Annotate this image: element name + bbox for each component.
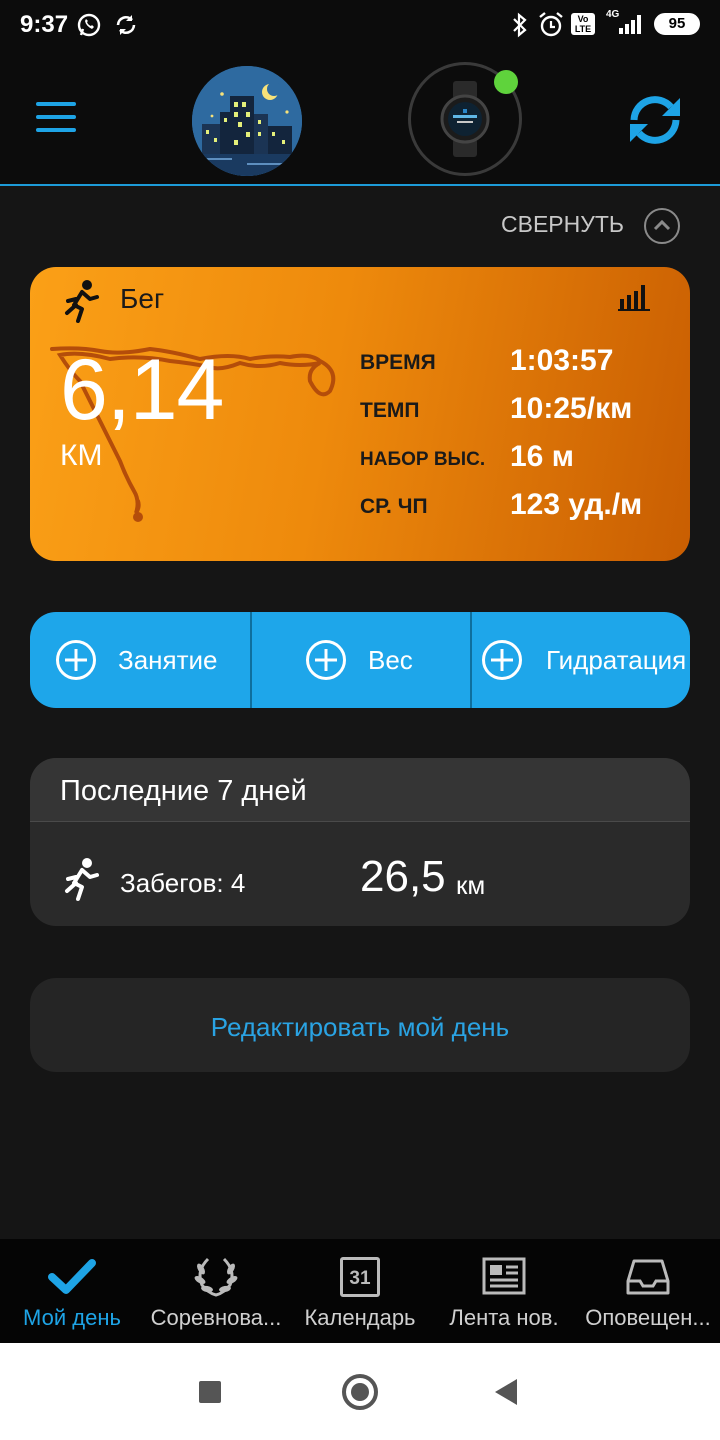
menu-button[interactable] — [36, 102, 76, 132]
inbox-icon — [626, 1259, 670, 1295]
calendar-icon-day: 31 — [349, 1268, 371, 1289]
bluetooth-icon — [513, 12, 527, 38]
sync-icon — [630, 96, 680, 144]
running-icon — [65, 858, 99, 901]
add-activity-label: Занятие — [118, 644, 218, 675]
nav-challenges-label: Соревнова... — [150, 1305, 282, 1330]
quick-add-bar: Занятие Вес Гидратация — [30, 612, 690, 708]
add-weight-button[interactable]: Вес — [250, 612, 470, 708]
nav-notifications-label: Оповещен... — [585, 1305, 711, 1330]
status-time: 9:37 — [20, 11, 69, 38]
device-connected-indicator — [494, 70, 518, 94]
last-week-unit: км — [456, 870, 486, 900]
nav-my-day-label: Мой день — [23, 1305, 121, 1330]
stat-value-pace: 10:25/км — [510, 392, 633, 425]
last-week-card[interactable]: Последние 7 дней Забегов: 4 26,5 км — [30, 758, 690, 926]
nav-challenges[interactable]: Соревнова... — [144, 1239, 288, 1343]
checkmark-icon — [48, 1259, 96, 1294]
app-header — [0, 50, 720, 186]
activity-unit: КМ — [60, 439, 103, 472]
stat-value-elevation: 16 м — [510, 440, 574, 473]
home-icon[interactable] — [342, 1374, 378, 1410]
chevron-up-icon — [653, 219, 671, 231]
edit-my-day-label: Редактировать мой день — [210, 1012, 510, 1042]
activity-card[interactable]: Бег 6,14 КМ ВРЕМЯ 1:03:57 ТЕМП 10:25/км … — [30, 267, 690, 561]
profile-avatar[interactable] — [192, 66, 302, 176]
edit-my-day-button[interactable]: Редактировать мой день — [30, 978, 690, 1072]
last-week-distance: 26,5 — [360, 852, 446, 901]
nav-calendar-label: Календарь — [304, 1305, 416, 1330]
status-bar: 9:37 Vo LTE 4G 95 — [0, 0, 720, 50]
stat-value-time: 1:03:57 — [510, 344, 614, 377]
activity-distance: 6,14 — [60, 342, 224, 438]
battery-level: 95 — [668, 15, 686, 32]
laurel-icon — [194, 1257, 238, 1297]
add-hydration-button[interactable]: Гидратация — [470, 612, 690, 708]
bar-chart-icon[interactable] — [618, 283, 650, 311]
back-icon[interactable] — [495, 1379, 517, 1405]
last-week-title: Последние 7 дней — [60, 775, 307, 807]
running-icon — [65, 280, 99, 323]
volte-icon: Vo LTE — [571, 13, 595, 35]
signal-icon — [619, 15, 641, 34]
nav-calendar[interactable]: 31 Календарь — [288, 1239, 432, 1343]
plus-circle-icon — [482, 640, 522, 680]
last-week-runs: Забегов: 4 — [120, 868, 246, 898]
nav-newsfeed-label: Лента нов. — [449, 1305, 559, 1330]
sync-status-icon — [116, 15, 136, 35]
newspaper-icon — [482, 1257, 526, 1295]
plus-circle-icon — [56, 640, 96, 680]
sync-button[interactable] — [624, 94, 686, 146]
nav-newsfeed[interactable]: Лента нов. — [432, 1239, 576, 1343]
recent-apps-icon[interactable] — [199, 1381, 221, 1403]
nav-my-day[interactable]: Мой день — [0, 1239, 144, 1343]
whatsapp-icon — [77, 13, 101, 37]
stat-label-pace: ТЕМП — [360, 399, 420, 422]
nav-notifications[interactable]: Оповещен... — [576, 1239, 720, 1343]
add-hydration-label: Гидратация — [546, 644, 687, 675]
system-navigation — [0, 1343, 720, 1440]
night-city-avatar — [192, 66, 302, 176]
plus-circle-icon — [306, 640, 346, 680]
stat-label-heart-rate: СР. ЧП — [360, 495, 428, 518]
calendar-icon: 31 — [340, 1257, 380, 1297]
stat-value-heart-rate: 123 уд./м — [510, 488, 643, 521]
activity-title: Бег — [120, 283, 165, 314]
stat-label-elevation: НАБОР ВЫС. — [360, 449, 486, 470]
stat-label-time: ВРЕМЯ — [360, 351, 436, 374]
collapse-label[interactable]: СВЕРНУТЬ — [501, 211, 624, 238]
add-activity-button[interactable]: Занятие — [30, 612, 250, 708]
battery-indicator: 95 — [654, 13, 700, 35]
collapse-button[interactable] — [644, 208, 680, 244]
bottom-navigation: Мой день Соревнова... 31 Календарь Лента… — [0, 1239, 720, 1343]
alarm-icon — [539, 12, 563, 37]
hamburger-icon — [36, 102, 76, 106]
add-weight-label: Вес — [368, 644, 413, 675]
